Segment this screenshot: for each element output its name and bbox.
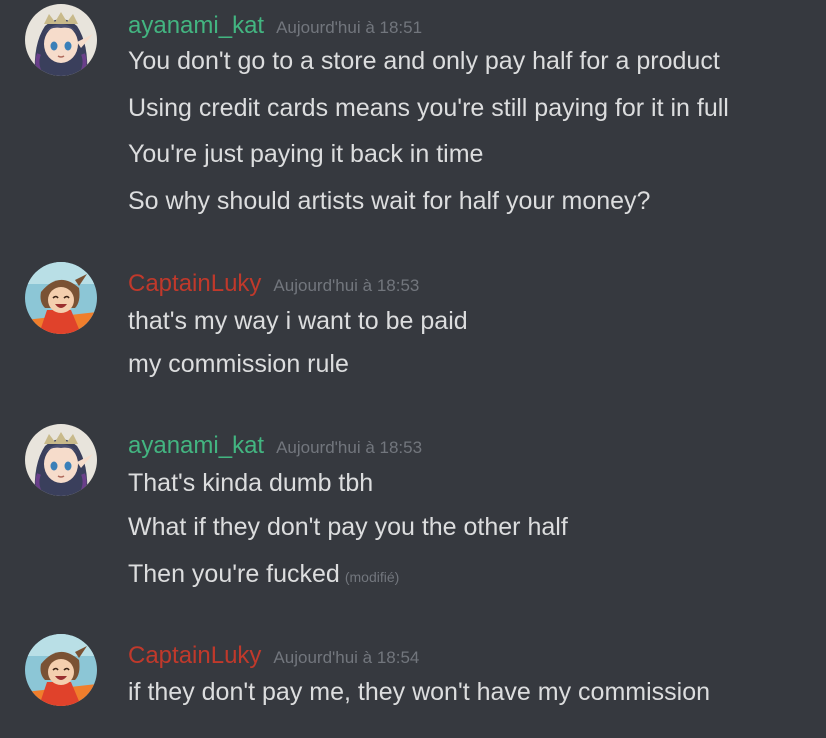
username[interactable]: ayanami_kat [128,432,264,459]
message-text: my commission rule [128,350,349,378]
timestamp: Aujourd'hui à 18:53 [273,276,420,295]
message-text: So why should artists wait for half your… [128,187,651,215]
message-header: CaptainLuky Aujourd'hui à 18:54 [128,642,419,674]
message-header: ayanami_kat Aujourd'hui à 18:51 [128,12,422,44]
username[interactable]: ayanami_kat [128,12,264,39]
message-text: Then you're fucked [128,560,340,588]
timestamp: Aujourd'hui à 18:54 [273,648,420,667]
timestamp: Aujourd'hui à 18:53 [276,438,423,457]
message-text: That's kinda dumb tbh [128,469,374,497]
avatar[interactable] [25,4,97,76]
timestamp: Aujourd'hui à 18:51 [276,18,423,37]
message-header: ayanami_kat Aujourd'hui à 18:53 [128,432,422,464]
laughing-girl-avatar-icon [25,262,97,334]
message-text: What if they don't pay you the other hal… [128,513,568,541]
username[interactable]: CaptainLuky [128,642,261,669]
laughing-girl-avatar-icon [25,634,97,706]
avatar[interactable] [25,424,97,496]
avatar[interactable] [25,634,97,706]
username[interactable]: CaptainLuky [128,270,261,297]
message-text: You're just paying it back in time [128,140,484,168]
message-text: Using credit cards means you're still pa… [128,94,729,122]
edited-label: (modifié) [344,569,400,585]
message-header: CaptainLuky Aujourd'hui à 18:53 [128,270,419,302]
message-text: You don't go to a store and only pay hal… [128,47,720,75]
message-text: if they don't pay me, they won't have my… [128,678,711,706]
elf-girl-avatar-icon [25,4,97,76]
elf-girl-avatar-icon [25,424,97,496]
message-text: that's my way i want to be paid [128,307,468,335]
edited-message-line: Then you're fucked (modifié) [128,559,399,592]
avatar[interactable] [25,262,97,334]
